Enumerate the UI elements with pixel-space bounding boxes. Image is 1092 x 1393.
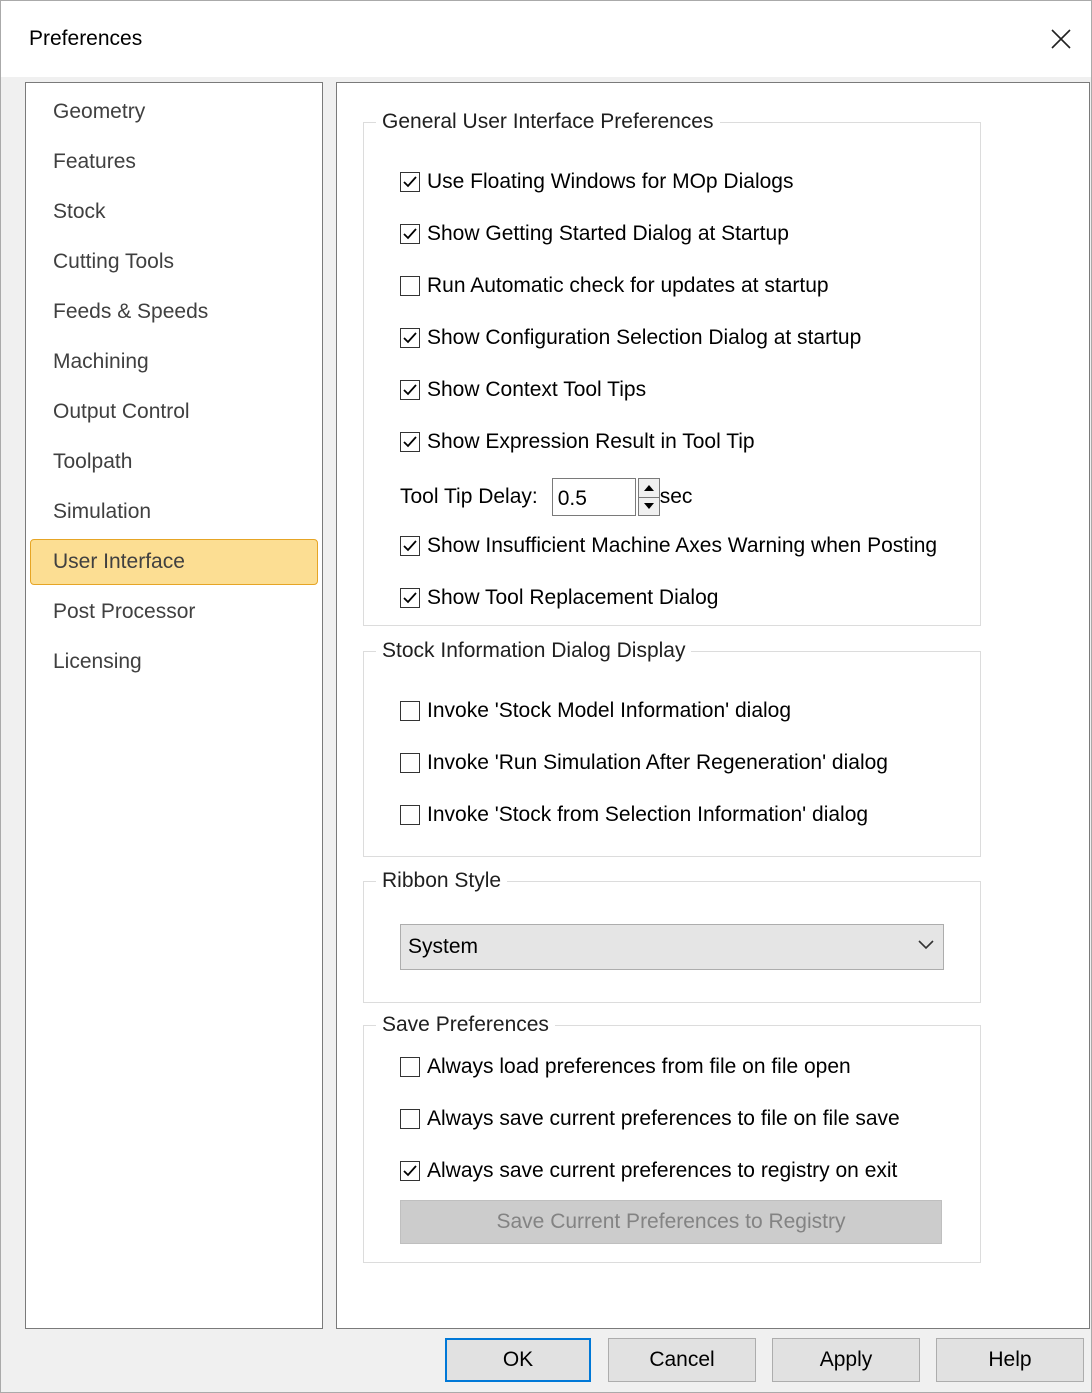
title-bar: Preferences (1, 1, 1091, 77)
checkmark-icon (403, 540, 417, 552)
nav-item-user-interface[interactable]: User Interface (30, 539, 318, 585)
checkbox[interactable] (400, 172, 420, 192)
checkbox-axes-warning[interactable]: Show Insufficient Machine Axes Warning w… (400, 533, 937, 559)
ok-button[interactable]: OK (445, 1338, 591, 1382)
nav-item-machining[interactable]: Machining (30, 339, 318, 385)
nav-item-geometry[interactable]: Geometry (30, 89, 318, 135)
checkbox-getting-started[interactable]: Show Getting Started Dialog at Startup (400, 221, 789, 247)
checkbox-stock-model-info[interactable]: Invoke 'Stock Model Information' dialog (400, 698, 791, 724)
help-button[interactable]: Help (936, 1338, 1084, 1382)
checkmark-icon (403, 332, 417, 344)
checkbox-load-on-open[interactable]: Always load preferences from file on fil… (400, 1054, 851, 1080)
checkbox-run-simulation[interactable]: Invoke 'Run Simulation After Regeneratio… (400, 750, 888, 776)
checkbox-label: Always save current preferences to file … (427, 1107, 900, 1130)
nav-item-simulation[interactable]: Simulation (30, 489, 318, 535)
save-to-registry-button[interactable]: Save Current Preferences to Registry (400, 1200, 942, 1244)
dialog-title: Preferences (29, 27, 143, 50)
close-icon (1051, 29, 1071, 49)
tooltip-delay-row: Tool Tip Delay: sec (400, 477, 692, 517)
checkbox-label: Always load preferences from file on fil… (427, 1055, 851, 1078)
checkbox[interactable] (400, 753, 420, 773)
checkbox-config-selection[interactable]: Show Configuration Selection Dialog at s… (400, 325, 861, 351)
checkbox[interactable] (400, 1109, 420, 1129)
general-ui-group: General User Interface Preferences Use F… (363, 110, 981, 626)
checkbox[interactable] (400, 536, 420, 556)
ribbon-style-dropdown[interactable]: System (400, 924, 944, 970)
checkbox[interactable] (400, 328, 420, 348)
nav-item-cutting-tools[interactable]: Cutting Tools (30, 239, 318, 285)
nav-item-toolpath[interactable]: Toolpath (30, 439, 318, 485)
group-title: Ribbon Style (376, 869, 508, 893)
stock-info-group: Stock Information Dialog Display Invoke … (363, 639, 981, 857)
checkbox-label: Invoke 'Run Simulation After Regeneratio… (427, 751, 888, 774)
checkbox-save-to-registry[interactable]: Always save current preferences to regis… (400, 1158, 897, 1184)
checkbox-label: Show Tool Replacement Dialog (427, 586, 719, 609)
apply-button[interactable]: Apply (772, 1338, 920, 1382)
nav-item-stock[interactable]: Stock (30, 189, 318, 235)
category-list: Geometry Features Stock Cutting Tools Fe… (25, 82, 323, 1329)
checkbox[interactable] (400, 1161, 420, 1181)
checkbox[interactable] (400, 224, 420, 244)
cancel-button[interactable]: Cancel (608, 1338, 756, 1382)
checkbox-label: Show Expression Result in Tool Tip (427, 430, 755, 453)
checkbox-stock-from-selection[interactable]: Invoke 'Stock from Selection Information… (400, 802, 868, 828)
spin-down-button[interactable] (637, 497, 660, 516)
group-title: Stock Information Dialog Display (376, 639, 692, 663)
tooltip-delay-label: Tool Tip Delay: (400, 485, 538, 508)
checkbox-label: Show Configuration Selection Dialog at s… (427, 326, 862, 349)
checkbox-label: Show Insufficient Machine Axes Warning w… (427, 534, 938, 557)
checkbox-save-on-file-save[interactable]: Always save current preferences to file … (400, 1106, 900, 1132)
preferences-dialog: Preferences Geometry Features Stock Cutt… (0, 0, 1092, 1393)
tooltip-delay-unit: sec (659, 485, 693, 508)
group-title: Save Preferences (376, 1013, 555, 1037)
arrow-up-icon (643, 484, 654, 491)
checkbox-context-tooltips[interactable]: Show Context Tool Tips (400, 377, 646, 403)
checkbox-label: Use Floating Windows for MOp Dialogs (427, 170, 794, 193)
arrow-down-icon (643, 503, 654, 510)
nav-item-licensing[interactable]: Licensing (30, 639, 318, 685)
spin-up-button[interactable] (637, 478, 660, 498)
checkmark-icon (403, 228, 417, 240)
checkmark-icon (403, 436, 417, 448)
checkbox[interactable] (400, 1057, 420, 1077)
nav-item-output-control[interactable]: Output Control (30, 389, 318, 435)
checkmark-icon (403, 384, 417, 396)
checkbox-label: Show Context Tool Tips (427, 378, 647, 401)
checkbox-check-updates[interactable]: Run Automatic check for updates at start… (400, 273, 829, 299)
checkbox-expression-result[interactable]: Show Expression Result in Tool Tip (400, 429, 755, 455)
checkbox-label: Invoke 'Stock Model Information' dialog (427, 699, 792, 722)
nav-item-post-processor[interactable]: Post Processor (30, 589, 318, 635)
dropdown-value: System (408, 935, 479, 958)
checkbox-tool-replacement[interactable]: Show Tool Replacement Dialog (400, 585, 718, 611)
checkmark-icon (403, 176, 417, 188)
tooltip-delay-spinner (637, 478, 660, 516)
checkmark-icon (403, 592, 417, 604)
checkbox-label: Run Automatic check for updates at start… (427, 274, 829, 297)
group-title: General User Interface Preferences (376, 110, 720, 134)
checkbox[interactable] (400, 805, 420, 825)
nav-item-features[interactable]: Features (30, 139, 318, 185)
save-preferences-group: Save Preferences Always load preferences… (363, 1013, 981, 1263)
checkbox[interactable] (400, 380, 420, 400)
checkmark-icon (403, 1165, 417, 1177)
checkbox-label: Show Getting Started Dialog at Startup (427, 222, 789, 245)
chevron-down-icon (918, 940, 934, 950)
checkbox[interactable] (400, 588, 420, 608)
close-button[interactable] (1031, 1, 1091, 77)
ribbon-style-group: Ribbon Style System (363, 869, 981, 1003)
checkbox-label: Always save current preferences to regis… (427, 1159, 898, 1182)
checkbox-floating-windows[interactable]: Use Floating Windows for MOp Dialogs (400, 169, 793, 195)
tooltip-delay-input[interactable] (551, 478, 636, 516)
checkbox[interactable] (400, 701, 420, 721)
checkbox-label: Invoke 'Stock from Selection Information… (427, 803, 869, 826)
checkbox[interactable] (400, 432, 420, 452)
settings-panel: General User Interface Preferences Use F… (336, 82, 1090, 1329)
nav-item-feeds-speeds[interactable]: Feeds & Speeds (30, 289, 318, 335)
checkbox[interactable] (400, 276, 420, 296)
